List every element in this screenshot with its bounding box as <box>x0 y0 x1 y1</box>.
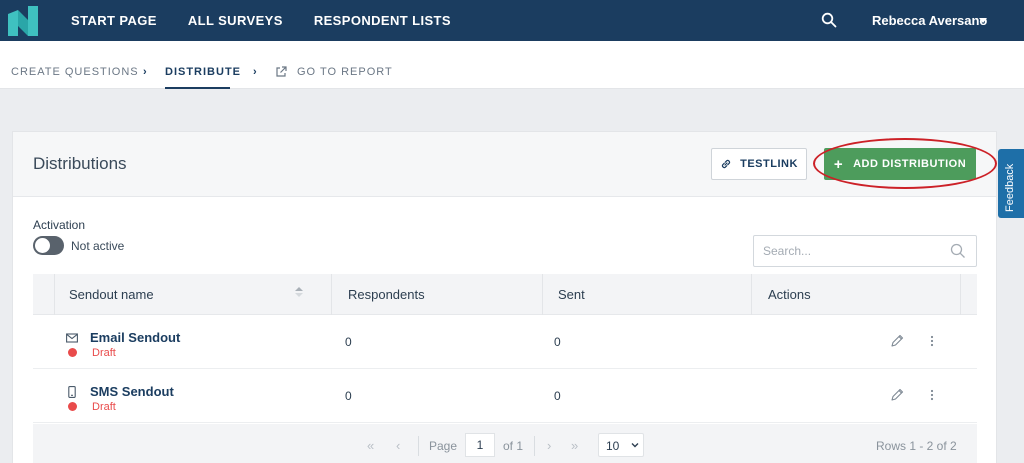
search-box[interactable] <box>753 235 977 267</box>
nav-start-page[interactable]: START PAGE <box>71 13 157 28</box>
user-menu[interactable]: Rebecca Aversano <box>872 0 987 41</box>
step-create-questions[interactable]: CREATE QUESTIONS <box>11 66 139 78</box>
pagination-divider <box>534 436 535 456</box>
step-nav: CREATE QUESTIONS › DISTRIBUTE › GO TO RE… <box>0 41 1024 89</box>
header-sent: Sent <box>558 287 585 302</box>
search-input[interactable] <box>763 243 943 259</box>
nav-all-surveys[interactable]: ALL SURVEYS <box>188 13 283 28</box>
status-dot <box>68 348 77 357</box>
more-vertical-icon[interactable] <box>930 335 934 347</box>
top-navbar: START PAGE ALL SURVEYS RESPONDENT LISTS … <box>0 0 1024 41</box>
column-divider <box>331 274 332 315</box>
sent-count: 0 <box>554 335 561 349</box>
column-divider <box>751 274 752 315</box>
activation-status: Not active <box>71 239 125 253</box>
add-distribution-label: ADD DISTRIBUTION <box>853 158 967 170</box>
feedback-label: Feedback <box>1004 163 1016 212</box>
column-divider <box>960 274 961 315</box>
page-label: Page <box>429 439 458 453</box>
step-go-to-report[interactable]: GO TO REPORT <box>297 66 393 78</box>
brand-logo-icon[interactable] <box>8 6 38 36</box>
activation-toggle[interactable] <box>33 236 64 255</box>
table-row: Email Sendout Draft 0 0 <box>33 315 977 369</box>
status-badge: Draft <box>92 347 116 359</box>
step-distribute[interactable]: DISTRIBUTE <box>165 66 241 78</box>
table-footer: « ‹ Page 1 of 1 › » 10 Rows 1 - 2 of 2 <box>33 424 977 463</box>
rows-per-page-value: 10 <box>606 439 620 453</box>
rows-count-label: Rows 1 - 2 of 2 <box>876 439 957 453</box>
page-total-label: of 1 <box>503 439 524 453</box>
external-link-icon <box>276 66 287 77</box>
chevron-down-icon[interactable] <box>979 18 987 23</box>
page-number-input[interactable]: 1 <box>465 433 495 457</box>
prev-page-icon[interactable]: ‹ <box>396 438 400 453</box>
plus-icon: + <box>833 155 844 173</box>
distributions-panel: Distributions TESTLINK + ADD DISTRIBUTIO… <box>12 131 997 463</box>
column-divider <box>542 274 543 315</box>
activation-label: Activation <box>33 218 86 232</box>
sent-count: 0 <box>554 389 561 403</box>
sort-icon[interactable] <box>295 287 303 297</box>
search-icon[interactable] <box>950 243 966 259</box>
toggle-knob <box>35 238 50 253</box>
active-step-indicator <box>165 87 230 89</box>
email-icon <box>66 333 78 343</box>
nav-respondent-lists[interactable]: RESPONDENT LISTS <box>314 13 451 28</box>
chevron-right-icon: › <box>253 66 257 78</box>
table-row: SMS Sendout Draft 0 0 <box>33 369 977 423</box>
edit-pencil-icon[interactable] <box>890 334 904 348</box>
header-respondents: Respondents <box>348 287 425 302</box>
sendout-name-link[interactable]: Email Sendout <box>90 330 180 345</box>
first-page-icon[interactable]: « <box>367 438 374 453</box>
header-actions: Actions <box>768 287 811 302</box>
header-sendout-name[interactable]: Sendout name <box>69 274 154 315</box>
main-nav: START PAGE ALL SURVEYS RESPONDENT LISTS <box>71 0 482 41</box>
feedback-tab[interactable]: Feedback <box>998 149 1024 218</box>
edit-pencil-icon[interactable] <box>890 388 904 402</box>
search-icon[interactable] <box>821 12 837 28</box>
link-icon <box>722 159 731 169</box>
testlink-button[interactable]: TESTLINK <box>711 148 807 180</box>
status-dot <box>68 402 77 411</box>
sendout-name-link[interactable]: SMS Sendout <box>90 384 174 399</box>
chevron-down-icon <box>631 443 639 448</box>
table-header: Sendout name Respondents Sent Actions <box>33 274 977 315</box>
pagination-divider <box>418 436 419 456</box>
next-page-icon[interactable]: › <box>547 438 551 453</box>
panel-title: Distributions <box>33 154 127 173</box>
status-badge: Draft <box>92 401 116 413</box>
last-page-icon[interactable]: » <box>571 438 578 453</box>
mobile-phone-icon <box>68 386 76 398</box>
add-distribution-button[interactable]: + ADD DISTRIBUTION <box>824 148 976 180</box>
panel-header: Distributions TESTLINK + ADD DISTRIBUTIO… <box>13 132 997 197</box>
more-vertical-icon[interactable] <box>930 389 934 401</box>
rows-per-page-select[interactable]: 10 <box>598 433 644 457</box>
chevron-right-icon: › <box>143 66 147 78</box>
column-divider <box>54 274 55 315</box>
testlink-label: TESTLINK <box>740 158 798 170</box>
respondents-count: 0 <box>345 335 352 349</box>
respondents-count: 0 <box>345 389 352 403</box>
